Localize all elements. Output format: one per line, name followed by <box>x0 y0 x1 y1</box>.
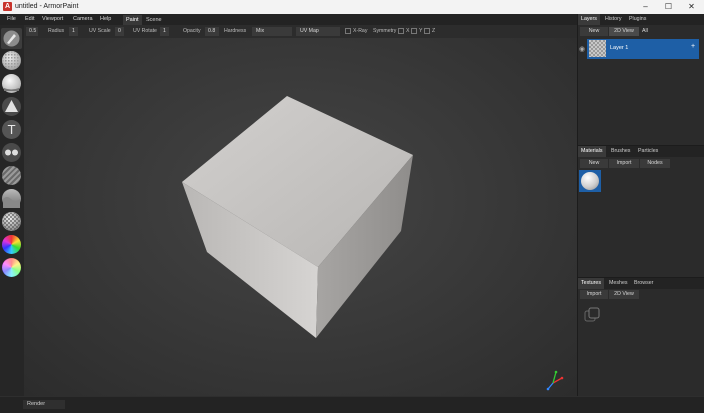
close-button[interactable]: ✕ <box>680 0 703 14</box>
new-layer-button[interactable]: New <box>580 27 608 36</box>
tab-browser[interactable]: Browser <box>631 278 656 289</box>
menu-help[interactable]: Help <box>100 14 111 25</box>
bake-tool[interactable] <box>2 212 21 231</box>
title-bar: A untitled - ArmorPaint – ☐ ✕ <box>0 0 704 14</box>
import-texture-button[interactable]: Import <box>580 290 608 299</box>
tab-plugins[interactable]: Plugins <box>626 14 649 25</box>
tool-options-bar: 0.5 Radius 1 UV Scale 0 UV Rotate 1 Opac… <box>0 25 577 39</box>
clone-icon <box>5 149 18 156</box>
particle-tool[interactable] <box>2 189 21 208</box>
uv-scale-value[interactable]: 1 <box>69 27 78 36</box>
armorpaint-logo-icon: A <box>3 2 12 11</box>
text-icon: T <box>7 123 16 137</box>
uv-map-select[interactable]: UV Map <box>296 27 340 36</box>
layer-name: Layer 1 <box>610 45 629 51</box>
symmetry-x-checkbox[interactable] <box>398 28 404 34</box>
tab-layers[interactable]: Layers <box>578 14 600 25</box>
radius-value[interactable]: 0.5 <box>26 27 38 36</box>
symmetry-y-checkbox[interactable] <box>411 28 417 34</box>
color-id-tool[interactable] <box>2 235 21 254</box>
symmetry-y-label: Y <box>419 28 423 34</box>
viewport-scene <box>182 96 564 391</box>
blend-mode-select[interactable]: Mix <box>252 27 292 36</box>
texture-placeholder-icon <box>582 305 602 327</box>
clone-tool[interactable] <box>2 143 21 162</box>
hardness-value[interactable]: 0.8 <box>205 27 219 36</box>
fill-icon <box>4 88 19 91</box>
layer-filter[interactable]: All <box>642 27 648 36</box>
picker-tool[interactable] <box>2 258 21 277</box>
new-material-button[interactable]: New <box>580 159 608 168</box>
tab-textures[interactable]: Textures <box>578 278 605 289</box>
textures-2d-view-button[interactable]: 2D View <box>609 290 639 299</box>
material-slot[interactable] <box>579 170 601 192</box>
brush-icon <box>3 30 20 47</box>
menu-viewport[interactable]: Viewport <box>42 14 63 25</box>
tab-paint[interactable]: Paint <box>123 15 142 25</box>
menu-file[interactable]: File <box>7 14 16 25</box>
tab-meshes[interactable]: Meshes <box>606 278 631 289</box>
decal-tool[interactable] <box>2 97 21 116</box>
cube-mesh[interactable] <box>182 96 413 338</box>
xray-checkbox[interactable] <box>345 28 351 34</box>
status-bar: Render <box>0 396 704 413</box>
opacity-label: Opacity <box>183 28 201 34</box>
right-panel: Layers History Plugins New 2D View All L… <box>577 14 704 396</box>
particle-icon <box>3 197 20 208</box>
blend-mode-value: Mix <box>256 28 265 34</box>
opacity-value[interactable]: 1 <box>160 27 169 36</box>
symmetry-x-label: X <box>406 28 410 34</box>
xray-label: X-Ray <box>353 28 368 34</box>
symmetry-z-checkbox[interactable] <box>424 28 430 34</box>
layer-thumbnail <box>589 40 606 57</box>
menu-bar: File Edit Viewport Camera Help Paint Sce… <box>0 14 577 25</box>
materials-tab-bar: Materials Brushes Particles <box>578 146 704 157</box>
textures-tab-bar: Textures Meshes Browser <box>578 278 704 289</box>
blur-icon <box>2 166 21 185</box>
tab-particles[interactable]: Particles <box>635 146 661 157</box>
tab-scene[interactable]: Scene <box>143 15 165 25</box>
color-id-icon <box>2 235 21 254</box>
nodes-button[interactable]: Nodes <box>640 159 670 168</box>
uv-rotate-value[interactable]: 0 <box>115 27 124 36</box>
bake-icon <box>2 212 21 231</box>
toolbox: T <box>0 25 24 396</box>
symmetry-z-label: Z <box>432 28 436 34</box>
tab-brushes[interactable]: Brushes <box>608 146 633 157</box>
decal-icon <box>5 100 18 112</box>
menu-edit[interactable]: Edit <box>25 14 34 25</box>
uv-map-value: UV Map <box>300 28 319 34</box>
layers-tab-bar: Layers History Plugins <box>578 14 704 25</box>
hardness-label: Hardness <box>224 28 247 34</box>
minimize-button[interactable]: – <box>634 0 657 14</box>
import-material-button[interactable]: Import <box>609 159 639 168</box>
layer-menu-icon[interactable]: + <box>691 43 695 50</box>
render-button[interactable]: Render <box>23 400 65 409</box>
brush-tool[interactable] <box>1 28 22 49</box>
uv-scale-label: UV Scale <box>89 28 111 34</box>
viewport[interactable] <box>24 38 577 396</box>
layers-2d-view-button[interactable]: 2D View <box>609 27 639 36</box>
svg-text:T: T <box>7 123 16 137</box>
maximize-button[interactable]: ☐ <box>657 0 680 14</box>
fill-tool[interactable] <box>2 74 21 93</box>
uv-rotate-label: UV Rotate <box>133 28 157 34</box>
eye-icon[interactable]: ◉ <box>579 45 585 53</box>
material-preview-icon <box>581 172 599 190</box>
eraser-tool[interactable] <box>2 51 21 70</box>
text-tool[interactable]: T <box>2 120 21 139</box>
picker-icon <box>2 258 21 277</box>
symmetry-label: Symmetry <box>373 28 397 34</box>
tab-history[interactable]: History <box>602 14 624 25</box>
layer-row[interactable]: Layer 1 + <box>587 39 699 59</box>
tab-materials[interactable]: Materials <box>578 146 606 157</box>
axis-gizmo-icon[interactable] <box>546 370 564 391</box>
menu-camera[interactable]: Camera <box>73 14 93 25</box>
eraser-icon <box>2 51 21 70</box>
blur-tool[interactable] <box>2 166 21 185</box>
radius-label: Radius <box>48 28 65 34</box>
window-title: untitled - ArmorPaint <box>15 3 79 10</box>
